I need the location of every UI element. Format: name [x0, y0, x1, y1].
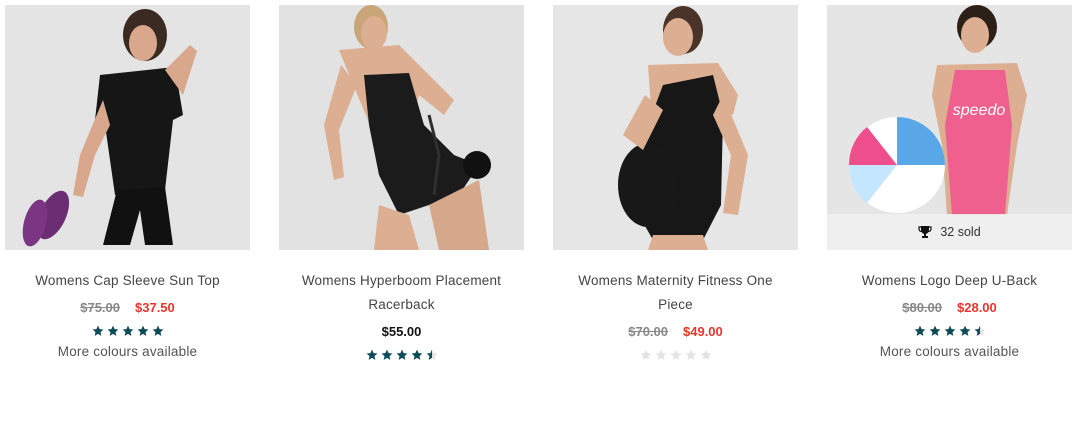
product-name[interactable]: Womens Logo Deep U-Back: [827, 269, 1072, 293]
product-name[interactable]: Womens Cap Sleeve Sun Top: [5, 269, 250, 293]
star-icon: [700, 349, 711, 360]
product-price: $80.00 $28.00: [827, 299, 1072, 317]
star-rating: [279, 349, 524, 363]
star-icon: [107, 325, 118, 336]
star-icon: [381, 349, 392, 360]
product-name[interactable]: Womens Maternity Fitness One Piece: [553, 269, 798, 317]
star-icon: [914, 325, 925, 336]
product-card[interactable]: Womens Hyperboom Placement Racerback $55…: [279, 5, 524, 363]
more-colours-link[interactable]: More colours available: [5, 344, 250, 359]
more-colours-link[interactable]: More colours available: [827, 344, 1072, 359]
product-card[interactable]: Womens Maternity Fitness One Piece $70.0…: [553, 5, 798, 363]
price: $55.00: [381, 324, 422, 339]
star-icon: [959, 325, 970, 336]
star-rating: [827, 325, 1072, 339]
star-icon: [929, 325, 940, 336]
star-icon: [152, 325, 163, 336]
star-icon: [411, 349, 422, 360]
product-price: $75.00 $37.50: [5, 299, 250, 317]
product-image[interactable]: [553, 5, 798, 250]
original-price: $80.00: [902, 300, 942, 315]
original-price: $70.00: [628, 324, 668, 339]
product-grid: Womens Cap Sleeve Sun Top $75.00 $37.50 M…: [0, 0, 1080, 421]
original-price: $75.00: [80, 300, 120, 315]
product-price: $55.00: [279, 323, 524, 341]
star-icon: [122, 325, 133, 336]
product-image[interactable]: [279, 5, 524, 250]
product-price: $70.00 $49.00: [553, 323, 798, 341]
product-card[interactable]: Womens Cap Sleeve Sun Top $75.00 $37.50 M…: [5, 5, 250, 359]
star-icon: [137, 325, 148, 336]
sale-price: $37.50: [135, 300, 175, 315]
star-icon: [685, 349, 696, 360]
star-icon: [944, 325, 955, 336]
trophy-icon: [918, 225, 932, 239]
product-image[interactable]: speedo 32 sold: [827, 5, 1072, 250]
product-image[interactable]: [5, 5, 250, 250]
star-rating: [553, 349, 798, 363]
star-icon: [974, 325, 985, 336]
star-icon: [670, 349, 681, 360]
star-icon: [396, 349, 407, 360]
sale-price: $28.00: [957, 300, 997, 315]
star-rating: [5, 325, 250, 339]
star-icon: [655, 349, 666, 360]
sale-price: $49.00: [683, 324, 723, 339]
sold-count: 32 sold: [940, 225, 981, 239]
star-icon: [366, 349, 377, 360]
product-name[interactable]: Womens Hyperboom Placement Racerback: [279, 269, 524, 317]
star-icon: [426, 349, 437, 360]
product-card[interactable]: speedo 32 sold Womens Logo Deep U-Back $…: [827, 5, 1072, 359]
star-icon: [640, 349, 651, 360]
sold-badge: 32 sold: [827, 214, 1072, 250]
svg-text:speedo: speedo: [953, 102, 1006, 119]
star-icon: [92, 325, 103, 336]
